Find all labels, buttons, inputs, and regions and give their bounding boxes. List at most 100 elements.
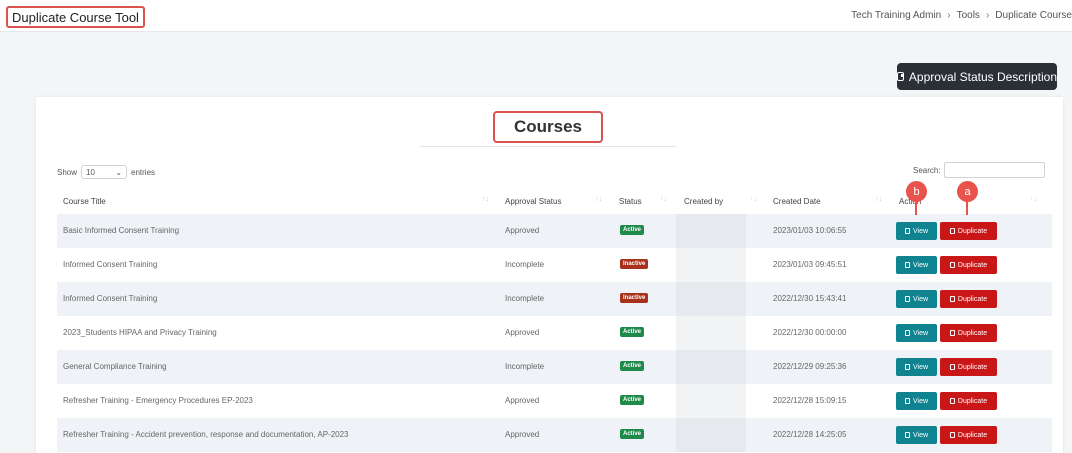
duplicate-button[interactable]: Duplicate xyxy=(940,222,997,240)
table-row: Refresher Training - Accident prevention… xyxy=(57,418,1052,452)
entries-length-control: Show 10 ⌄ entries xyxy=(57,165,155,179)
duplicate-button[interactable]: Duplicate xyxy=(940,256,997,274)
duplicate-button-label: Duplicate xyxy=(957,431,988,439)
chevron-right-icon: › xyxy=(947,10,951,21)
duplicate-icon xyxy=(949,330,955,336)
sort-icon[interactable]: ↑↓ xyxy=(482,196,489,203)
view-button[interactable]: View xyxy=(896,222,937,240)
status-badge: Inactive xyxy=(620,259,649,269)
duplicate-button-label: Duplicate xyxy=(957,261,988,269)
column-header-course-title[interactable]: Course Title xyxy=(63,197,106,206)
heading-divider xyxy=(420,146,676,147)
table-row: General Compliance Training Incomplete A… xyxy=(57,350,1052,384)
breadcrumb-item-admin[interactable]: Tech Training Admin xyxy=(851,10,941,21)
created-by-cell xyxy=(676,418,746,452)
breadcrumb-item-current: Duplicate Course xyxy=(995,10,1072,21)
created-by-cell xyxy=(676,214,746,248)
annotation-marker-a: a xyxy=(957,181,978,215)
duplicate-button[interactable]: Duplicate xyxy=(940,426,997,444)
table-row: 2023_Students HIPAA and Privacy Training… xyxy=(57,316,1052,350)
duplicate-button-label: Duplicate xyxy=(957,363,988,371)
view-icon xyxy=(904,296,910,302)
search-input[interactable] xyxy=(943,162,1045,178)
entries-select-value: 10 xyxy=(86,167,95,177)
sort-icon[interactable]: ↑↓ xyxy=(660,196,667,203)
created-date-cell: 2023/01/03 10:06:55 xyxy=(773,226,847,235)
view-icon xyxy=(904,398,910,404)
status-badge: Inactive xyxy=(620,293,649,303)
approval-status-description-button[interactable]: Approval Status Description xyxy=(897,63,1057,90)
created-date-cell: 2022/12/28 15:09:15 xyxy=(773,396,847,405)
created-date-cell: 2022/12/30 00:00:00 xyxy=(773,328,847,337)
table-search: Search: xyxy=(913,162,1045,178)
approval-status-cell: Approved xyxy=(505,226,540,235)
view-button-label: View xyxy=(912,227,929,235)
duplicate-icon xyxy=(949,398,955,404)
course-title-cell: Refresher Training - Emergency Procedure… xyxy=(63,396,253,405)
created-by-cell xyxy=(676,248,746,282)
table-row: Informed Consent Training Incomplete Ina… xyxy=(57,248,1052,282)
duplicate-button-label: Duplicate xyxy=(957,397,988,405)
column-header-approval-status[interactable]: Approval Status xyxy=(505,197,561,206)
sort-icon[interactable]: ↑↓ xyxy=(1030,196,1037,203)
created-by-cell xyxy=(676,316,746,350)
view-button[interactable]: View xyxy=(896,324,937,342)
view-button[interactable]: View xyxy=(896,426,937,444)
view-button-label: View xyxy=(912,261,929,269)
sort-icon[interactable]: ↑↓ xyxy=(750,196,757,203)
app-title: Duplicate Course Tool xyxy=(6,6,145,28)
view-button[interactable]: View xyxy=(896,256,937,274)
view-button[interactable]: View xyxy=(896,290,937,308)
column-header-created-date[interactable]: Created Date xyxy=(773,197,821,206)
status-badge: Active xyxy=(620,395,645,405)
view-button[interactable]: View xyxy=(896,358,937,376)
view-button[interactable]: View xyxy=(896,392,937,410)
view-button-label: View xyxy=(912,329,929,337)
created-date-cell: 2023/01/03 09:45:51 xyxy=(773,260,847,269)
status-badge: Active xyxy=(620,225,645,235)
duplicate-button[interactable]: Duplicate xyxy=(940,358,997,376)
courses-heading: Courses xyxy=(493,111,603,143)
sort-icon[interactable]: ↑↓ xyxy=(595,196,602,203)
show-label: Show xyxy=(57,167,78,177)
breadcrumb: Tech Training Admin › Tools › Duplicate Cour… xyxy=(851,10,1072,21)
course-title-cell: Basic Informed Consent Training xyxy=(63,226,180,235)
course-title-cell: Informed Consent Training xyxy=(63,294,158,303)
course-title-cell: General Compliance Training xyxy=(63,362,167,371)
table-row: Basic Informed Consent Training Approved… xyxy=(57,214,1052,248)
duplicate-icon xyxy=(949,296,955,302)
view-icon xyxy=(904,228,910,234)
course-title-cell: Refresher Training - Accident prevention… xyxy=(63,430,349,439)
entries-label: entries xyxy=(131,167,156,177)
comment-alert-icon xyxy=(897,72,904,81)
entries-select[interactable]: 10 ⌄ xyxy=(81,165,128,179)
created-date-cell: 2022/12/29 09:25:36 xyxy=(773,362,847,371)
approval-status-description-label: Approval Status Description xyxy=(908,69,1057,84)
breadcrumb-item-tools[interactable]: Tools xyxy=(957,10,980,21)
duplicate-icon xyxy=(949,364,955,370)
approval-status-cell: Incomplete xyxy=(505,260,545,269)
course-title-cell: 2023_Students HIPAA and Privacy Training xyxy=(63,328,217,337)
approval-status-cell: Approved xyxy=(505,396,540,405)
duplicate-button-label: Duplicate xyxy=(957,227,988,235)
view-icon xyxy=(904,262,910,268)
sort-icon[interactable]: ↑↓ xyxy=(875,196,882,203)
table-row: Refresher Training - Emergency Procedure… xyxy=(57,384,1052,418)
status-badge: Active xyxy=(620,361,645,371)
course-title-cell: Informed Consent Training xyxy=(63,260,158,269)
duplicate-button-label: Duplicate xyxy=(957,329,988,337)
view-icon xyxy=(904,432,910,438)
status-badge: Active xyxy=(620,429,645,439)
status-badge: Active xyxy=(620,327,645,337)
top-bar: Duplicate Course Tool Tech Training Admi… xyxy=(0,0,1072,32)
duplicate-button[interactable]: Duplicate xyxy=(940,324,997,342)
column-header-status[interactable]: Status xyxy=(619,197,642,206)
duplicate-button[interactable]: Duplicate xyxy=(940,290,997,308)
duplicate-button[interactable]: Duplicate xyxy=(940,392,997,410)
created-date-cell: 2022/12/28 14:25:05 xyxy=(773,430,847,439)
approval-status-cell: Incomplete xyxy=(505,294,545,303)
column-header-created-by[interactable]: Created by xyxy=(684,197,723,206)
view-icon xyxy=(904,330,910,336)
view-button-label: View xyxy=(912,397,929,405)
approval-status-cell: Approved xyxy=(505,328,540,337)
